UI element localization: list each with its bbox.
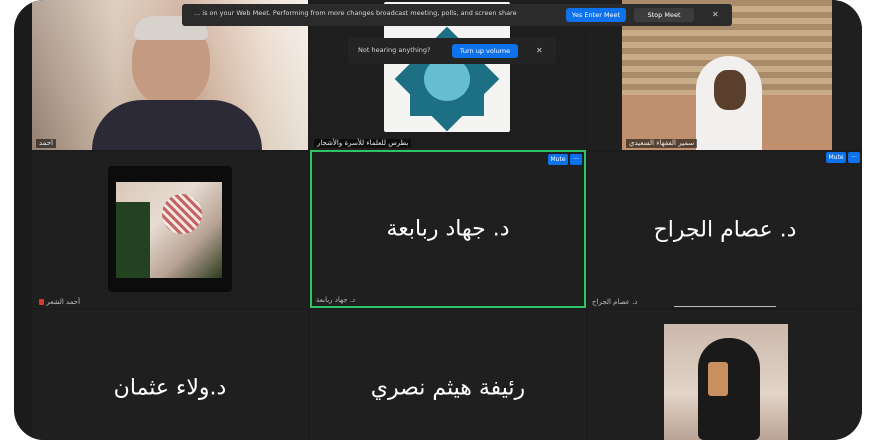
phone [708, 362, 728, 396]
tile-mute-button[interactable]: Mute [548, 154, 568, 165]
close-icon[interactable]: ✕ [536, 44, 543, 58]
audio-prompt: Not hearing anything? Turn up volume ✕ [348, 38, 556, 64]
photo-red-pattern [162, 194, 202, 234]
video-tile-bottom-right[interactable] [588, 306, 862, 440]
meeting-notification-bar: ... is on your Web Meet. Performing from… [182, 4, 732, 26]
profile-photo [108, 166, 232, 292]
video-tile-bottom-left[interactable]: د.ولاء عثمان [32, 310, 308, 440]
participant-display-name: د.ولاء عثمان [113, 375, 227, 401]
meeting-gallery: احمد بطرس للعلماء للأسرة والأشجار سمير ا… [14, 0, 862, 440]
audio-prompt-text: Not hearing anything? [358, 46, 431, 54]
person-body [92, 100, 262, 150]
participant-video [664, 324, 788, 440]
participant-display-name: د. عصام الجراح [653, 217, 797, 243]
tile-divider [674, 306, 776, 307]
close-icon[interactable]: ✕ [712, 8, 719, 22]
participant-name-tag: سمير الفقهاء السعيدي [626, 139, 698, 148]
tile-more-button[interactable]: ··· [848, 152, 860, 163]
participant-name-tag: د. عصام الجراح [592, 298, 638, 306]
person-face [714, 70, 746, 110]
participant-name-tag: د. جهاد ربابعة [316, 296, 356, 304]
video-tile-middle-center[interactable]: د. جهاد ربابعة د. جهاد ربابعة Mute ··· [310, 150, 586, 308]
notification-text: ... is on your Web Meet. Performing from… [194, 9, 517, 17]
photo-content [116, 182, 222, 278]
tile-more-button[interactable]: ··· [570, 154, 582, 165]
participant-display-name: د. جهاد ربابعة [386, 216, 510, 242]
tile-mute-button[interactable]: Mute [826, 152, 846, 163]
participant-name-tag: بطرس للعلماء للأسرة والأشجار [314, 139, 412, 148]
video-tile-middle-right[interactable]: د. عصام الجراح د. عصام الجراح Mute ··· [588, 152, 862, 308]
enter-meet-button[interactable]: Yes Enter Meet [566, 8, 626, 22]
participant-name-tag: أحمد الشعر [36, 298, 80, 306]
video-tile-bottom-center[interactable]: رئيفة هيثم نصري [310, 310, 586, 440]
participant-name-tag: احمد [36, 139, 56, 148]
photo-green-fabric [116, 202, 150, 278]
participant-display-name: رئيفة هيثم نصري [370, 375, 526, 401]
video-tile-middle-left[interactable]: أحمد الشعر [32, 152, 308, 308]
mic-muted-icon [39, 299, 44, 305]
turn-up-volume-button[interactable]: Turn up volume [452, 44, 518, 58]
stop-meet-button[interactable]: Stop Meet [634, 8, 694, 22]
